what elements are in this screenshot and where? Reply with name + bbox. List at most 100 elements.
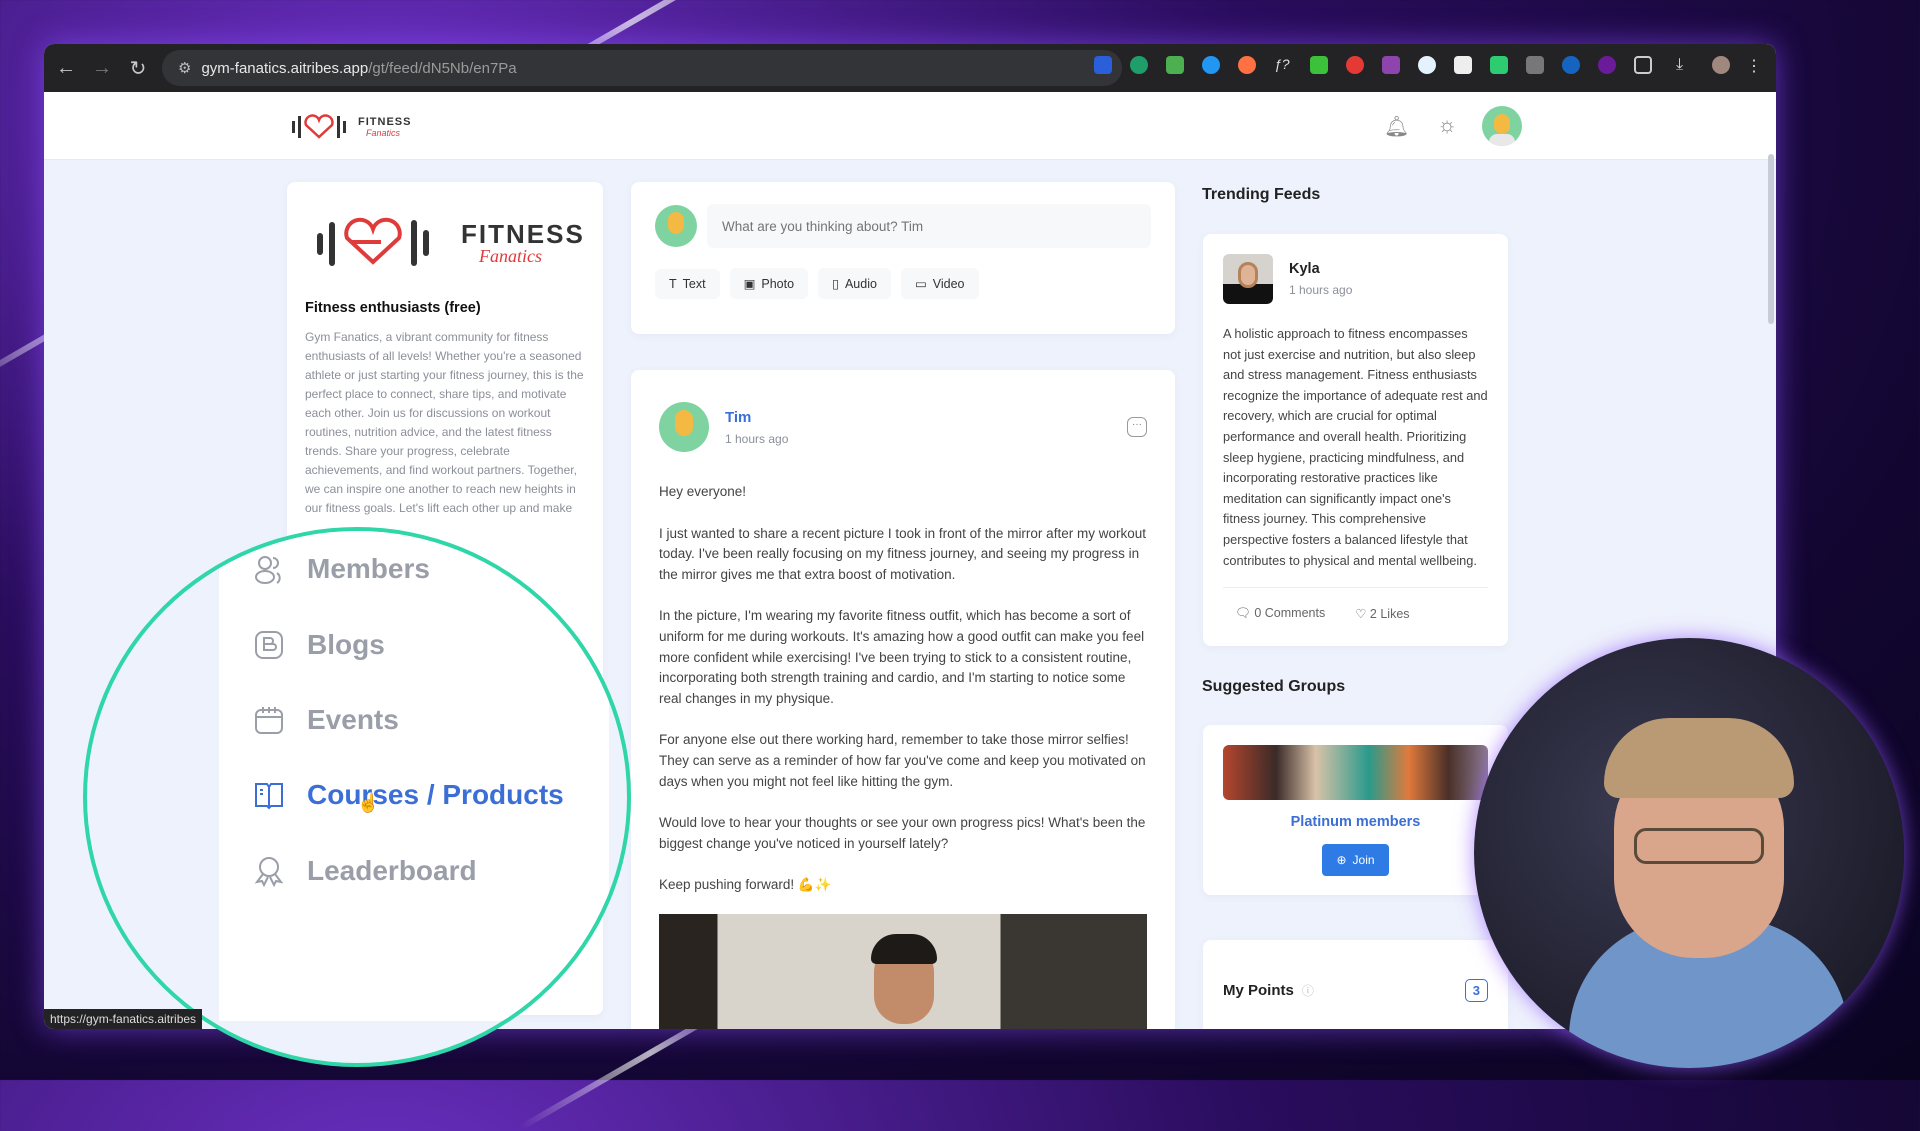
menu-item-members[interactable]: Members (253, 553, 430, 585)
my-points-title: My Points (1223, 981, 1294, 999)
post-time: 1 hours ago (725, 431, 789, 446)
extension-icon[interactable] (1382, 56, 1400, 74)
post-author-avatar[interactable] (659, 402, 709, 452)
group-cover-image[interactable] (1223, 745, 1488, 800)
download-icon[interactable]: ⤓ (1676, 56, 1694, 74)
my-points-card: My Points ⓘ 3 (1203, 940, 1508, 1029)
url-path: /gt/feed/dN5Nb/en7Pa (368, 59, 517, 77)
url-host: gym-fanatics.aitribes.app (201, 59, 369, 77)
extension-icon[interactable] (1526, 56, 1544, 74)
heart-icon: ♡ (1355, 607, 1367, 622)
extension-icon[interactable] (1238, 56, 1256, 74)
post-video-button[interactable]: ▭ Video (900, 268, 979, 299)
menu-label: Leaderboard (307, 855, 477, 886)
scrollbar[interactable] (1768, 154, 1774, 324)
back-icon[interactable]: ← (48, 57, 84, 80)
browser-toolbar: ← → ↻ ⚙ gym-fanatics.aitribes.app/gt/fee… (44, 44, 1776, 92)
post-paragraph: Hey everyone! (659, 484, 747, 499)
extension-icon[interactable] (1490, 56, 1508, 74)
trending-time: 1 hours ago (1289, 283, 1353, 297)
post-paragraph: I just wanted to share a recent picture … (659, 525, 1146, 582)
logo-script: Fanatics (366, 128, 401, 138)
extension-icon[interactable] (1166, 56, 1184, 74)
extension-icon[interactable] (1094, 56, 1112, 74)
menu-label: Courses / Products (307, 779, 564, 810)
theme-toggle-sun-icon[interactable]: ☼ (1437, 112, 1457, 138)
group-description: Gym Fanatics, a vibrant community for fi… (305, 330, 584, 515)
extension-icon[interactable] (1562, 56, 1580, 74)
comments-button[interactable]: 🗨︎ 0 Comments (1235, 606, 1325, 621)
comment-icon: 🗨︎ (1235, 606, 1251, 621)
menu-item-events[interactable]: Events (253, 704, 399, 736)
site-info-icon[interactable]: ⚙ (178, 59, 191, 77)
post-photo-button[interactable]: ▣ Photo (729, 268, 809, 299)
menu-item-courses-products[interactable]: Courses / Products (253, 779, 564, 811)
extension-icon[interactable] (1418, 56, 1436, 74)
post-audio-button[interactable]: ▯ Audio (818, 268, 891, 299)
extension-icon[interactable] (1598, 56, 1616, 74)
menu-label: Blogs (307, 629, 385, 660)
post-paragraph: Would love to hear your thoughts or see … (659, 815, 1146, 851)
address-bar[interactable]: ⚙ gym-fanatics.aitribes.app/gt/feed/dN5N… (162, 50, 1122, 86)
menu-item-blogs[interactable]: Blogs (253, 629, 385, 661)
likes-count: 2 Likes (1369, 607, 1410, 622)
extensions-puzzle-icon[interactable] (1634, 56, 1652, 74)
post-paragraph: In the picture, I'm wearing my favorite … (659, 608, 1145, 706)
blog-icon (255, 631, 283, 659)
likes-button[interactable]: ♡ 2 Likes (1355, 606, 1409, 621)
app-header: FITNESS Fanatics 🔔︎ ☼ (44, 92, 1776, 160)
speaker-icon: ▯ (832, 277, 839, 291)
suggested-groups-title: Suggested Groups (1202, 678, 1346, 695)
points-badge: 3 (1464, 978, 1488, 1002)
menu-label: Events (307, 704, 399, 735)
join-group-button[interactable]: ⊕ Join (1322, 844, 1389, 876)
book-icon (255, 783, 283, 810)
profile-avatar[interactable] (1712, 56, 1730, 74)
post-more-options-icon[interactable]: ··· (1127, 417, 1147, 437)
magnifier-overlay: 3 RSE Members Blogs Events Courses / Pro… (83, 527, 631, 1067)
notification-bell-icon[interactable]: 🔔︎ (1384, 114, 1409, 139)
trending-author[interactable]: Kyla (1289, 261, 1352, 277)
button-label: Video (932, 276, 965, 291)
extension-icon[interactable]: ƒ? (1274, 56, 1292, 74)
forward-icon[interactable]: → (84, 57, 120, 80)
post-paragraph: For anyone else out there working hard, … (659, 732, 1146, 789)
button-label: Audio (844, 276, 877, 291)
extension-icon[interactable] (1310, 56, 1328, 74)
trending-feeds-title: Trending Feeds (1202, 186, 1321, 203)
suggested-group-name[interactable]: Platinum members (1223, 814, 1488, 830)
logo-text: FITNESS (358, 116, 412, 128)
reload-icon[interactable]: ↻ (120, 56, 156, 81)
award-icon (254, 857, 284, 887)
extension-icon[interactable] (1346, 56, 1364, 74)
monitor-icon: ▭ (914, 277, 927, 291)
post-image[interactable] (659, 913, 1147, 1029)
group-count-label: RSE (544, 588, 561, 597)
zoomed-menu-card: 3 RSE Members Blogs Events Courses / Pro… (219, 531, 609, 1021)
group-count: 3 (541, 566, 549, 582)
button-label: Photo (761, 276, 795, 291)
post-author[interactable]: Tim (725, 409, 788, 426)
post-paragraph: Keep pushing forward! 💪✨ (659, 877, 832, 893)
post-body: Hey everyone! I just wanted to share a r… (659, 482, 1147, 896)
user-avatar[interactable] (1482, 106, 1522, 146)
image-icon: ▣ (743, 277, 756, 291)
post-text-button[interactable]: T Text (655, 269, 720, 299)
calendar-icon (255, 707, 283, 734)
menu-item-leaderboard[interactable]: Leaderboard (253, 855, 477, 887)
composer-avatar (655, 205, 697, 247)
text-icon: T (669, 277, 677, 291)
extension-icon[interactable] (1130, 56, 1148, 74)
browser-menu-icon[interactable]: ⋮ (1746, 56, 1764, 75)
header-logo[interactable]: FITNESS Fanatics (290, 112, 411, 142)
join-label: Join (1352, 853, 1375, 867)
status-bar-url: https://gym-fanatics.aitribes (44, 1009, 203, 1029)
extension-icon[interactable] (1454, 56, 1472, 74)
info-icon[interactable]: ⓘ (1302, 982, 1314, 999)
extension-icon[interactable] (1202, 56, 1220, 74)
menu-label: Members (307, 553, 430, 584)
kyla-avatar[interactable] (1223, 254, 1273, 304)
composer-input[interactable] (707, 204, 1151, 248)
trending-text: A holistic approach to fitness encompass… (1223, 326, 1488, 568)
group-name: Fitness enthusiasts (free) (305, 300, 481, 316)
